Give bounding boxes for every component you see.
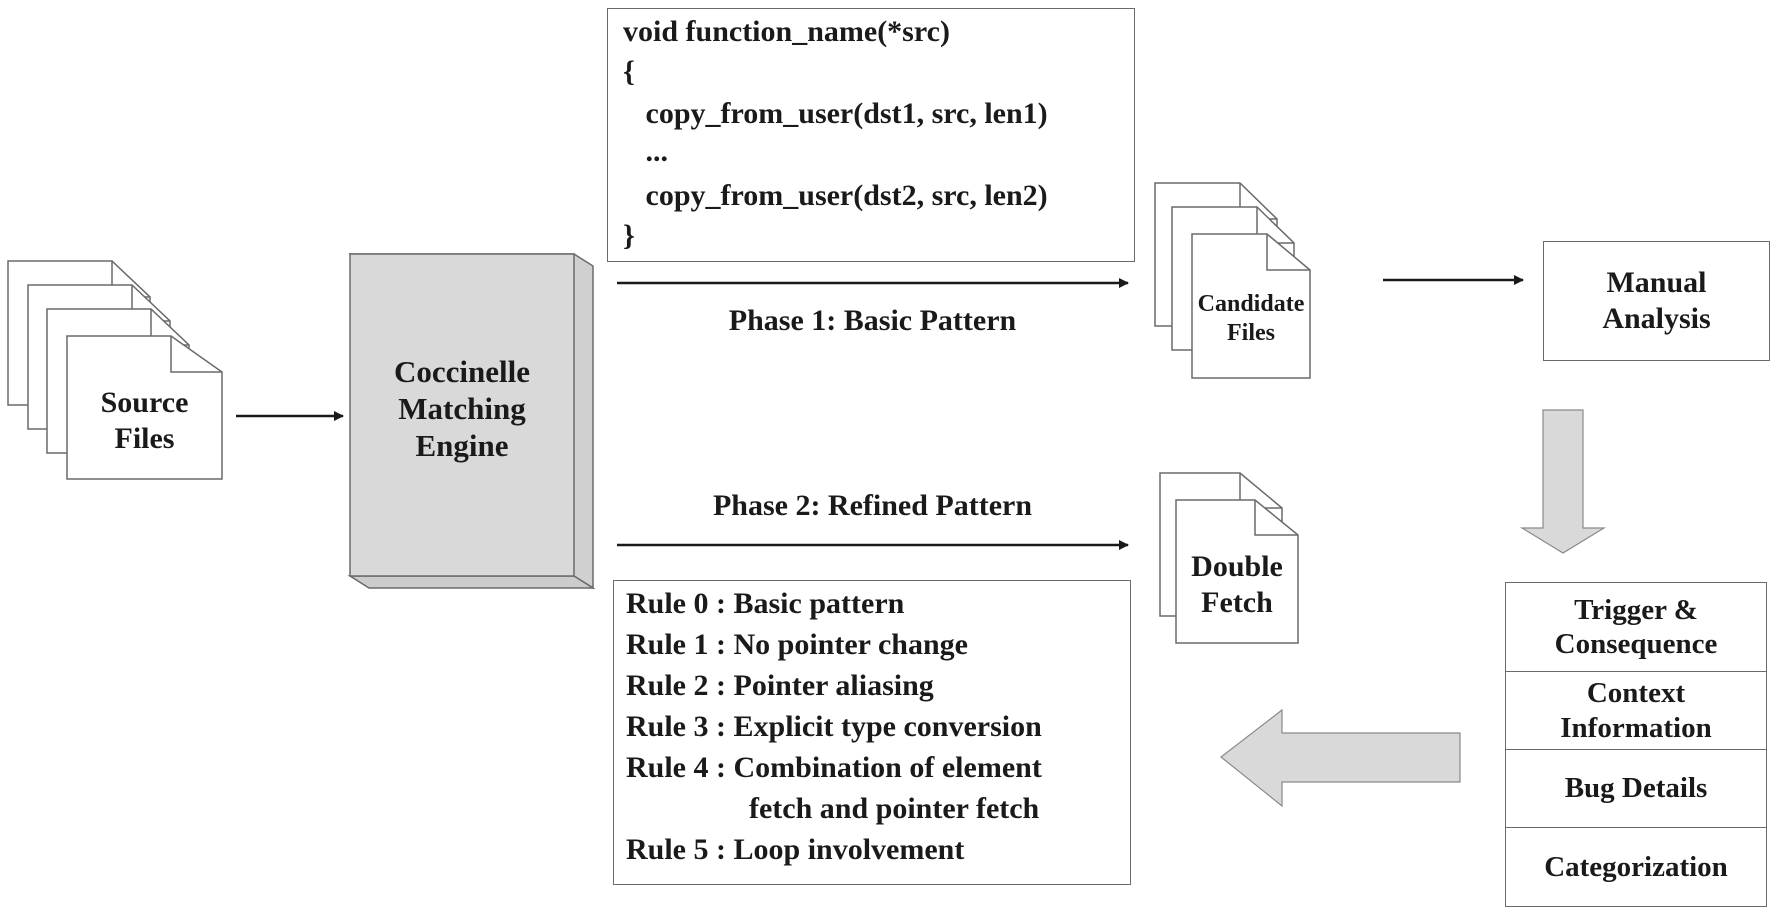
engine-label: Coccinelle Matching Engine <box>350 353 574 465</box>
analysis-cell-categorization: Categorization <box>1506 827 1766 906</box>
source-files-line1: Source <box>100 386 189 419</box>
rule-item: Rule 0 : Basic pattern <box>626 587 904 621</box>
cell-line1: Trigger & <box>1574 593 1698 626</box>
manual-analysis-label: Manual Analysis <box>1602 265 1710 337</box>
rule-text: Explicit type conversion <box>733 710 1042 743</box>
engine-line2: Matching <box>398 391 526 427</box>
engine-line1: Coccinelle <box>393 354 530 389</box>
candidate-files-label: Candidate Files <box>1192 290 1310 348</box>
cell-line1: Context <box>1586 677 1686 710</box>
rule-id: Rule 1 : <box>626 628 726 661</box>
basic-pattern-code-box: void function_name(*src) { copy_from_use… <box>607 8 1135 262</box>
double-fetch-label: Double Fetch <box>1176 549 1298 621</box>
rule-item: Rule 2 : Pointer aliasing <box>626 669 934 703</box>
rule-id: Rule 3 : <box>626 710 726 743</box>
phase2-label: Phase 2: Refined Pattern <box>712 489 1033 522</box>
rule-item: Rule 5 : Loop involvement <box>626 833 964 867</box>
code-line: { <box>623 55 635 88</box>
cell-line2: Information <box>1560 711 1712 744</box>
rule-id: Rule 2 : <box>626 669 726 702</box>
phase1-label: Phase 1: Basic Pattern <box>728 304 1017 337</box>
analysis-cell-trigger-consequence: Trigger & Consequence <box>1506 583 1766 671</box>
rule-item: Rule 1 : No pointer change <box>626 628 968 662</box>
code-line: copy_from_user(dst1, src, len1) <box>623 97 1048 130</box>
engine-line3: Engine <box>415 428 509 464</box>
rule-text: Pointer aliasing <box>733 669 934 702</box>
rule-item-continuation: fetch and pointer fetch <box>749 792 1039 826</box>
rule-text: Loop involvement <box>733 833 965 866</box>
double-fetch-line2: Fetch <box>1201 586 1273 619</box>
manual-analysis-box: Manual Analysis <box>1543 241 1770 361</box>
down-block-arrow-icon <box>1519 409 1607 554</box>
manual-analysis-line2: Analysis <box>1602 302 1711 335</box>
candidate-files-line2: Files <box>1227 319 1275 346</box>
rule-text: Combination of element <box>733 751 1042 784</box>
analysis-cell-bug-details: Bug Details <box>1506 749 1766 827</box>
cell-line2: Consequence <box>1554 628 1718 660</box>
rule-text: fetch and pointer fetch <box>749 792 1040 825</box>
rule-item: Rule 3 : Explicit type conversion <box>626 710 1042 744</box>
double-fetch-line1: Double <box>1191 550 1283 583</box>
rule-text: No pointer change <box>733 628 968 661</box>
rule-id: Rule 0 : <box>626 587 726 620</box>
source-files-line2: Files <box>114 422 175 455</box>
code-line: } <box>623 219 635 252</box>
code-line: copy_from_user(dst2, src, len2) <box>623 179 1048 212</box>
candidate-files-line1: Candidate <box>1197 291 1305 317</box>
code-line: ... <box>623 135 669 168</box>
left-block-arrow-icon <box>1220 708 1461 808</box>
candidate-files-stack-icon <box>1154 182 1311 379</box>
analysis-cell-context-information: Context Information <box>1506 671 1766 749</box>
source-files-label: Source Files <box>67 385 222 457</box>
rule-id: Rule 4 : <box>626 751 726 784</box>
rule-text: Basic pattern <box>733 587 905 620</box>
rule-id: Rule 5 : <box>626 833 726 866</box>
cell-line1: Bug Details <box>1564 772 1708 805</box>
rule-item: Rule 4 : Combination of element <box>626 751 1042 785</box>
refined-rules-box: Rule 0 : Basic pattern Rule 1 : No point… <box>613 580 1131 885</box>
cell-line1: Categorization <box>1544 850 1728 883</box>
analysis-output-stack: Trigger & Consequence Context Information … <box>1505 582 1767 907</box>
code-line: void function_name(*src) <box>623 15 950 48</box>
manual-analysis-line1: Manual <box>1606 266 1707 299</box>
